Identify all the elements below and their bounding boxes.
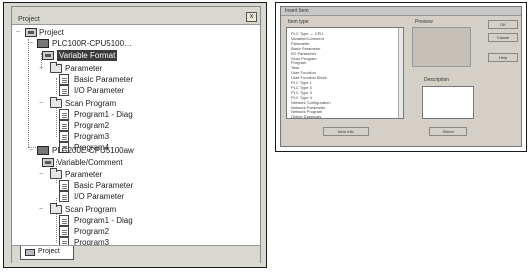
- list-item[interactable]: Online Diagnosis: [291, 114, 321, 118]
- program-icon: [59, 215, 69, 226]
- dialog-titlebar: Insert Item: [281, 7, 521, 16]
- close-icon[interactable]: x: [246, 12, 257, 22]
- project-window-frame: Project x − Project − PLC100R-CPU5100… V…: [3, 2, 267, 268]
- help-button[interactable]: Help: [488, 53, 518, 62]
- project-icon: [25, 249, 35, 256]
- tree-item-label: Project: [39, 28, 64, 37]
- tree-item-label: Variable/Comment: [57, 158, 123, 167]
- tree-item-label: Program2: [74, 121, 110, 130]
- collapse-toggle[interactable]: −: [39, 169, 43, 180]
- program-icon: [59, 74, 69, 85]
- tree-item-label: Parameter: [65, 170, 103, 179]
- disk-icon: [42, 158, 54, 167]
- folder-icon: [50, 203, 62, 214]
- tab-project[interactable]: Project: [20, 246, 74, 260]
- tree-item-label: Program1 - Diag: [74, 216, 133, 225]
- item-info-button[interactable]: Item Info: [323, 127, 369, 136]
- project-tab-bar: Project: [12, 245, 260, 263]
- collapse-toggle[interactable]: −: [39, 98, 43, 109]
- tree-item-label: Program1 - Diag: [74, 110, 133, 119]
- tree-item-label: Parameter: [65, 64, 103, 73]
- tree-item-label: PLC100R-CPU5100…: [52, 39, 133, 48]
- description-label: Description: [424, 77, 450, 83]
- project-tree: − Project − PLC100R-CPU5100… Variable Fo…: [12, 27, 260, 248]
- dialog-title: Insert Item: [285, 8, 309, 14]
- preview-box: [412, 27, 471, 67]
- program-icon: [59, 191, 69, 202]
- tree-line: [56, 78, 57, 94]
- list-scrollbar[interactable]: [398, 28, 403, 118]
- cancel-button[interactable]: Cancel: [488, 33, 518, 42]
- collapse-toggle[interactable]: −: [29, 145, 33, 156]
- tree-item-label: Program3: [74, 132, 110, 141]
- disk-icon: [42, 51, 54, 60]
- tree-item-label: Scan Program: [65, 205, 117, 214]
- tree-item-label: I/O Parameter: [74, 192, 125, 201]
- program-icon: [59, 180, 69, 191]
- select-button[interactable]: Select: [429, 127, 467, 136]
- collapse-toggle[interactable]: −: [39, 204, 43, 215]
- folder-icon: [50, 168, 62, 179]
- disk-icon: [25, 28, 37, 37]
- tree-item-label: I/O Parameter: [74, 86, 125, 95]
- collapse-toggle: −: [16, 29, 21, 36]
- screenshot-page: Project x − Project − PLC100R-CPU5100… V…: [0, 0, 531, 272]
- tree-item-label: Variable Format: [57, 50, 118, 61]
- tree-item-label: Program2: [74, 227, 110, 236]
- folder-icon: [50, 62, 62, 73]
- program-icon: [59, 226, 69, 237]
- project-window-titlebar: Project x: [12, 7, 260, 25]
- item-type-list[interactable]: PLC Type — CPU Variable/Comment Parameter B…: [286, 27, 404, 119]
- tree-item-label: Scan Program: [65, 99, 117, 108]
- tree-item-label: Basic Parameter: [74, 75, 134, 84]
- dialog-frame: Insert Item Item type Preview Descriptio…: [275, 2, 527, 152]
- collapse-toggle[interactable]: −: [29, 38, 33, 49]
- project-window-title: Project: [18, 16, 40, 23]
- ok-button[interactable]: OK: [488, 20, 518, 29]
- description-box: [422, 86, 474, 119]
- program-icon: [59, 85, 69, 96]
- list-label: Item type: [288, 19, 309, 25]
- tree-item-label: PLC200E-CPU5100aw: [52, 146, 134, 155]
- folder-icon: [50, 97, 62, 108]
- project-window: Project x − Project − PLC100R-CPU5100… V…: [11, 6, 261, 263]
- program-icon: [59, 109, 69, 120]
- insert-item-dialog: Insert Item Item type Preview Descriptio…: [280, 6, 522, 147]
- tree-line: [28, 39, 29, 147]
- program-icon: [59, 120, 69, 131]
- collapse-toggle[interactable]: −: [39, 63, 43, 74]
- program-icon: [59, 131, 69, 142]
- plc-icon: [37, 39, 49, 48]
- plc-icon: [37, 146, 49, 155]
- tab-label: Project: [38, 248, 60, 255]
- tree-item-label: Basic Parameter: [74, 181, 134, 190]
- preview-label: Preview: [415, 19, 433, 25]
